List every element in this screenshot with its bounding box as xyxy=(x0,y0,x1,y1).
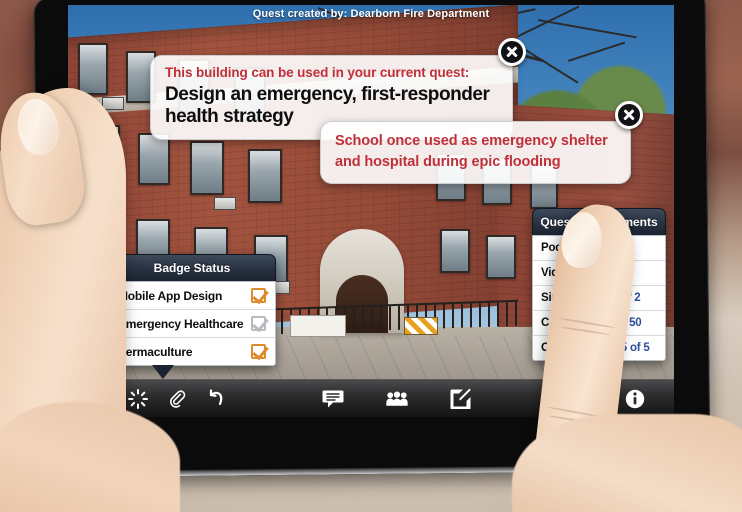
tree-branch xyxy=(567,41,626,62)
requirement-label: Comments: xyxy=(541,317,603,329)
badge-status-list: Mobile App Design Emergency Healthcare P… xyxy=(108,281,276,366)
street-sign xyxy=(290,315,346,337)
chat-bubble-icon[interactable] xyxy=(322,388,344,410)
tree-branch xyxy=(537,19,637,39)
requirement-label: Collaborators: xyxy=(541,342,617,354)
requirement-value: 1 of 2 xyxy=(611,292,641,304)
quest-requirements-panel: Quest Requirements Podcasts: 1 of 3 Vide… xyxy=(532,208,666,361)
badge-checkbox-checked[interactable] xyxy=(251,288,266,303)
compose-icon[interactable] xyxy=(450,388,472,410)
badge-checkbox-unchecked[interactable] xyxy=(251,316,266,331)
requirement-value: 1 of 3 xyxy=(598,242,628,254)
building-window xyxy=(82,211,116,261)
toolbar-left-group xyxy=(88,388,227,410)
history-callout-text: School once used as emergency shelter an… xyxy=(335,133,608,170)
paperclip-icon[interactable] xyxy=(166,388,188,410)
window-ac-unit xyxy=(214,197,236,210)
building-window xyxy=(486,235,516,279)
building-window xyxy=(248,149,282,203)
badge-label: Mobile App Design xyxy=(118,288,223,303)
requirement-row[interactable]: Comments: 4 of 50 xyxy=(533,311,665,336)
info-icon[interactable] xyxy=(624,388,646,410)
app-screen: Quest created by: Dearborn Fire Departme… xyxy=(68,5,674,417)
requirement-value: 0 of 1 xyxy=(584,267,614,279)
quest-callout-lead: This building can be used in your curren… xyxy=(165,65,470,80)
requirement-value: 5 of 5 xyxy=(620,342,650,354)
panel-pointer-tail xyxy=(152,365,174,379)
requirement-row[interactable]: Podcasts: 1 of 3 xyxy=(533,236,665,261)
app-toolbar xyxy=(68,379,674,417)
building-window xyxy=(88,125,120,177)
requirement-row[interactable]: Simulations: 1 of 2 xyxy=(533,286,665,311)
building-window xyxy=(78,43,108,95)
badge-status-title: Badge Status xyxy=(108,254,276,281)
window-ac-unit xyxy=(102,97,124,110)
construction-barricade xyxy=(404,317,438,335)
building-window xyxy=(190,141,224,195)
loading-spinner-icon[interactable] xyxy=(127,388,149,410)
requirement-row[interactable]: Collaborators: 5 of 5 xyxy=(533,336,665,360)
open-book-icon[interactable] xyxy=(566,388,588,410)
toolbar-center-group xyxy=(322,388,472,410)
badge-row[interactable]: Emergency Healthcare xyxy=(109,310,275,338)
requirement-label: Simulations: xyxy=(541,292,608,304)
undo-arrow-icon[interactable] xyxy=(205,388,227,410)
building-window xyxy=(138,133,170,185)
badge-checkbox-checked[interactable] xyxy=(251,344,266,359)
requirement-row[interactable]: Videos: 0 of 1 xyxy=(533,261,665,286)
quest-credit-banner: Quest created by: Dearborn Fire Departme… xyxy=(252,8,490,20)
badge-label: Emergency Healthcare xyxy=(118,316,244,331)
requirement-label: Podcasts: xyxy=(541,242,595,254)
quest-requirements-title: Quest Requirements xyxy=(532,208,666,235)
requirement-label: Videos: xyxy=(541,267,581,279)
toolbar-right-group xyxy=(566,388,646,410)
badge-row[interactable]: Permaculture xyxy=(109,338,275,365)
close-icon[interactable] xyxy=(615,101,643,129)
badge-label: Permaculture xyxy=(118,344,193,359)
people-group-icon[interactable] xyxy=(385,388,408,410)
quest-requirements-list: Podcasts: 1 of 3 Videos: 0 of 1 Simulati… xyxy=(532,235,666,361)
badge-status-panel: Badge Status Mobile App Design Emergency… xyxy=(108,254,276,379)
badge-row[interactable]: Mobile App Design xyxy=(109,282,275,310)
building-window xyxy=(440,229,470,273)
history-callout: School once used as emergency shelter an… xyxy=(320,121,631,185)
menu-icon[interactable] xyxy=(88,388,110,410)
requirement-value: 4 of 50 xyxy=(606,317,642,329)
close-icon[interactable] xyxy=(498,38,526,66)
